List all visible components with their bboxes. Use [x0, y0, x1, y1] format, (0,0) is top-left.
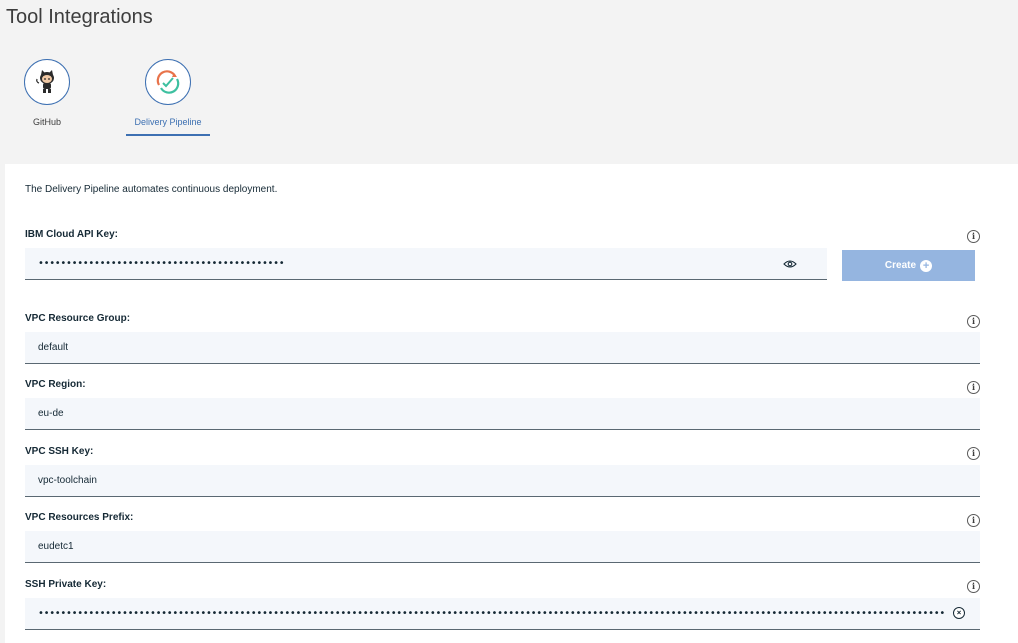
api-key-input[interactable]: ••••••••••••••••••••••••••••••••••••••••… [25, 248, 827, 280]
configuration-panel: The Delivery Pipeline automates continuo… [5, 164, 1018, 643]
info-icon[interactable]: i [967, 447, 980, 460]
github-octocat-icon [24, 59, 70, 105]
ssh-private-key-input[interactable]: ••••••••••••••••••••••••••••••••••••••••… [25, 598, 980, 630]
resource-group-label: VPC Resource Group: [25, 313, 131, 324]
tool-tab-github[interactable]: GitHub [5, 55, 89, 137]
region-label: VPC Region: [25, 379, 86, 390]
resources-prefix-input[interactable]: eudetc1 [25, 531, 980, 563]
info-icon[interactable]: i [967, 315, 980, 328]
resources-prefix-label: VPC Resources Prefix: [25, 512, 134, 523]
ssh-key-label: VPC SSH Key: [25, 446, 94, 457]
api-key-label: IBM Cloud API Key: [25, 229, 118, 240]
info-icon[interactable]: i [967, 514, 980, 527]
tool-tab-delivery-pipeline[interactable]: Delivery Pipeline [126, 55, 210, 137]
ssh-private-key-value: ••••••••••••••••••••••••••••••••••••••••… [38, 608, 944, 619]
info-icon[interactable]: i [967, 580, 980, 593]
region-input[interactable]: eu-de [25, 398, 980, 430]
page-title: Tool Integrations [6, 6, 153, 28]
tool-tab-label: GitHub [32, 117, 61, 127]
create-api-key-button[interactable]: Create + [842, 250, 975, 281]
info-icon[interactable]: i [967, 381, 980, 394]
ssh-key-input[interactable]: vpc-toolchain [25, 465, 980, 497]
plus-circle-icon: + [920, 259, 933, 272]
resource-group-input[interactable]: default [25, 332, 980, 364]
info-icon[interactable]: i [967, 230, 980, 243]
active-tab-indicator [126, 134, 210, 136]
delivery-pipeline-icon [145, 59, 191, 105]
create-button-label: Create [884, 260, 917, 271]
ssh-private-key-label: SSH Private Key: [25, 579, 107, 590]
tool-tab-label: Delivery Pipeline [134, 117, 202, 127]
tool-tabs: GitHub Delivery Pipeline [0, 55, 1018, 163]
panel-description: The Delivery Pipeline automates continuo… [25, 184, 278, 195]
clear-icon[interactable]: × [953, 607, 965, 619]
api-key-value: ••••••••••••••••••••••••••••••••••••••••… [38, 258, 285, 269]
eye-icon[interactable] [783, 259, 797, 269]
